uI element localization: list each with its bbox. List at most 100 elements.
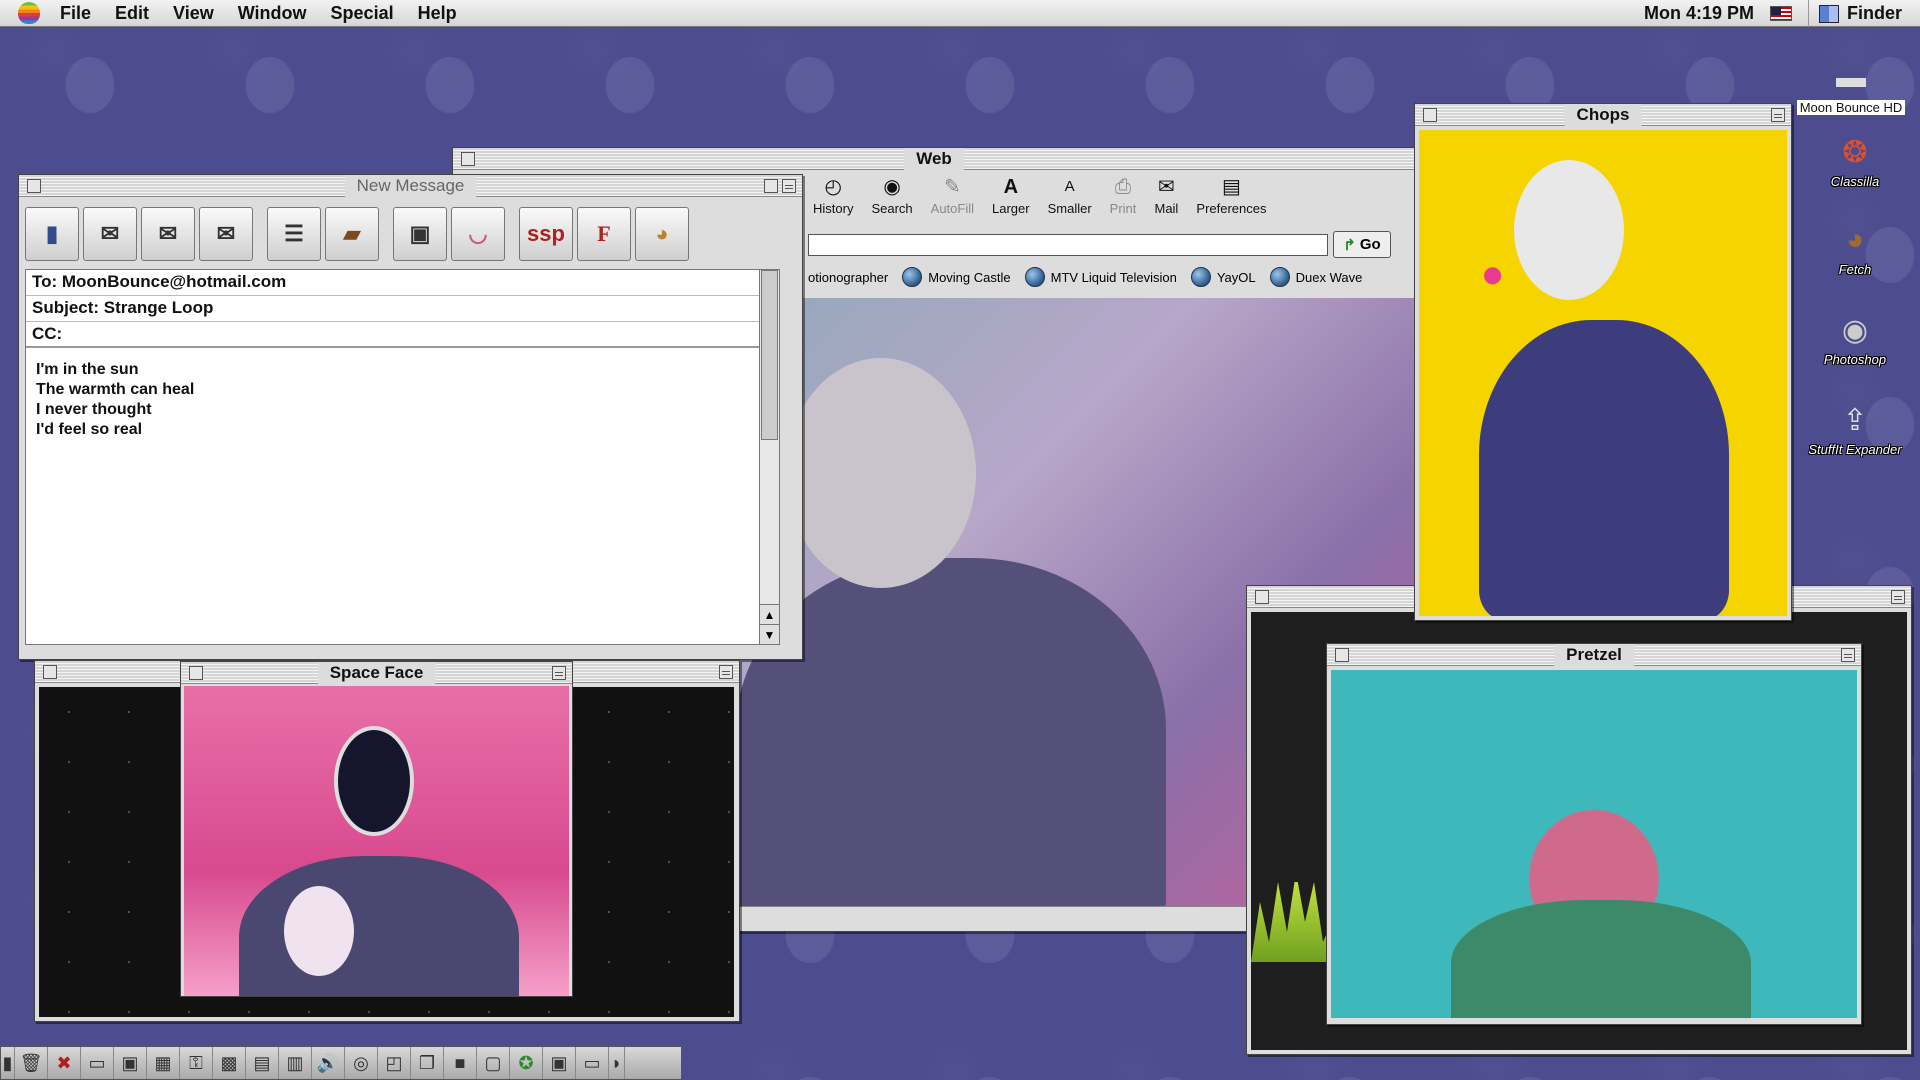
close-box-icon[interactable] [43, 665, 57, 679]
fetch-dog-icon: ◕ [1845, 223, 1865, 256]
mail-button[interactable]: ✉ Mail [1149, 173, 1183, 218]
clock[interactable]: Mon 4:19 PM [1644, 3, 1754, 24]
close-box-icon[interactable] [1423, 108, 1437, 122]
close-box-icon[interactable] [189, 666, 203, 680]
message-body-text[interactable]: I'm in the sun The warmth can heal I nev… [26, 348, 779, 452]
favorite-item[interactable]: YayOL [1190, 267, 1256, 287]
chops-titlebar[interactable]: Chops [1415, 104, 1791, 126]
application-menu[interactable]: Finder [1807, 0, 1920, 27]
window-title: New Message [344, 175, 477, 197]
apple-menu-icon[interactable] [18, 2, 40, 24]
collapse-box-icon[interactable] [1891, 590, 1905, 604]
cc-field[interactable]: CC: [26, 322, 765, 348]
us-flag-icon[interactable] [1769, 6, 1792, 21]
web-titlebar[interactable]: Web [453, 148, 1415, 170]
scroll-up-arrow-icon[interactable]: ▲ [760, 604, 779, 624]
close-box-icon[interactable] [1255, 590, 1269, 604]
forward-icon[interactable]: ✉ [199, 207, 253, 261]
autofill-button[interactable]: ✎ AutoFill [926, 173, 979, 218]
resolution-icon[interactable]: ◰ [378, 1047, 411, 1079]
favorite-item[interactable]: MTV Liquid Television [1024, 267, 1177, 287]
display-icon[interactable]: ▤ [246, 1047, 279, 1079]
file-sharing-icon[interactable]: ▩ [213, 1047, 246, 1079]
to-field[interactable]: To: MoonBounce@hotmail.com [26, 270, 765, 296]
subject-field[interactable]: Subject: Strange Loop [26, 296, 765, 322]
button-label: Search [871, 201, 913, 216]
menu-edit[interactable]: Edit [115, 3, 149, 24]
favorites-bar: otionographer Moving Castle MTV Liquid T… [808, 264, 1408, 290]
print-button[interactable]: ⎙ Print [1105, 173, 1142, 218]
cd-player-icon[interactable]: ◎ [345, 1047, 378, 1079]
message-compose-area[interactable]: To: MoonBounce@hotmail.com Subject: Stra… [25, 269, 780, 645]
collapse-box-icon[interactable] [552, 666, 566, 680]
scroll-thumb[interactable] [761, 270, 778, 440]
document-icon[interactable]: ☰ [267, 207, 321, 261]
folder-icon[interactable]: ▭ [81, 1047, 114, 1079]
disk-icon[interactable]: ▢ [477, 1047, 510, 1079]
close-box-icon[interactable] [27, 179, 41, 193]
font-icon[interactable]: F [577, 207, 631, 261]
close-box-icon[interactable] [461, 152, 475, 166]
history-button[interactable]: ◴ History [808, 173, 858, 218]
vertical-scrollbar[interactable]: ▲ ▼ [759, 270, 779, 644]
calendar-icon[interactable]: ▥ [279, 1047, 312, 1079]
favorite-item[interactable]: Duex Wave [1269, 267, 1362, 287]
icon-label: Fetch [1838, 262, 1872, 277]
search-button[interactable]: ◉ Search [866, 173, 917, 218]
go-button[interactable]: ↱ Go [1333, 231, 1391, 258]
close-box-icon[interactable] [1335, 648, 1349, 662]
menu-window[interactable]: Window [238, 3, 307, 24]
address-card-icon[interactable]: ▣ [393, 207, 447, 261]
menu-special[interactable]: Special [331, 3, 394, 24]
desktop-icon-stuffit-expander[interactable]: ⇪ StuffIt Expander [1800, 400, 1910, 458]
favorite-item[interactable]: otionographer [808, 270, 888, 285]
smaller-button[interactable]: A Smaller [1043, 173, 1097, 218]
strip-tab-icon[interactable]: ▮ [1, 1047, 15, 1079]
collapse-box-icon[interactable] [1771, 108, 1785, 122]
lips-icon[interactable]: ◡ [451, 207, 505, 261]
mailbox-icon[interactable]: ▮ [25, 207, 79, 261]
collapse-box-icon[interactable] [719, 665, 733, 679]
trash-icon[interactable]: 🗑 [15, 1047, 48, 1079]
person-figure [1479, 320, 1729, 616]
pretzel-titlebar[interactable]: Pretzel [1327, 644, 1861, 666]
globe-icon [1269, 267, 1290, 287]
zoom-box-icon[interactable] [764, 179, 778, 193]
favorite-label: Moving Castle [928, 269, 1011, 285]
scroll-down-arrow-icon[interactable]: ▼ [760, 624, 779, 644]
desktop-icon-fetch[interactable]: ◕ Fetch [1800, 220, 1910, 277]
palette-icon[interactable]: ◕ [635, 207, 689, 261]
body-line: The warmth can heal [36, 381, 195, 398]
sound-volume-icon[interactable]: 🔊 [312, 1047, 345, 1079]
menu-help[interactable]: Help [418, 3, 457, 24]
appletalk-icon[interactable]: ▦ [147, 1047, 180, 1079]
strip-end-icon[interactable]: ◗ [609, 1047, 625, 1079]
favorite-item[interactable]: Moving Castle [902, 267, 1011, 287]
preferences-button[interactable]: ▤ Preferences [1191, 173, 1271, 218]
reply-icon[interactable]: ✉ [141, 207, 195, 261]
message-toolbar: ▮ ✉ ✉ ✉ ☰ ▰ ▣ ◡ ssp F ◕ [25, 205, 689, 263]
desktop-icon-moon-bounce-hd[interactable]: ▬ Moon Bounce HD [1796, 58, 1906, 115]
message-titlebar[interactable]: New Message [19, 175, 802, 197]
ssp-icon[interactable]: ssp [519, 207, 573, 261]
battery-icon[interactable]: ▭ [576, 1047, 609, 1079]
monitor-bit-depth-icon[interactable]: ▣ [543, 1047, 576, 1079]
menu-view[interactable]: View [173, 3, 214, 24]
address-field[interactable] [808, 234, 1328, 256]
desktop-icon-classilla[interactable]: ❂ Classilla [1800, 132, 1910, 190]
larger-button[interactable]: A Larger [987, 173, 1035, 218]
menu-file[interactable]: File [60, 3, 91, 24]
windows-icon[interactable]: ❐ [411, 1047, 444, 1079]
envelope-icon[interactable]: ✉ [83, 207, 137, 261]
video-icon[interactable]: ■ [444, 1047, 477, 1079]
book-icon[interactable]: ▰ [325, 207, 379, 261]
disabled-icon[interactable]: ✖ [48, 1047, 81, 1079]
desktop-icon-photoshop[interactable]: ◉ Photoshop [1800, 310, 1910, 368]
monitor-icon[interactable]: ▣ [114, 1047, 147, 1079]
web-sharing-icon[interactable]: ✪ [510, 1047, 543, 1079]
collapse-box-icon[interactable] [1841, 648, 1855, 662]
keychain-icon[interactable]: ⚿ [180, 1047, 213, 1079]
collapse-box-icon[interactable] [782, 179, 796, 193]
font-label: F [597, 221, 611, 246]
space-face-titlebar[interactable]: Space Face [181, 662, 572, 684]
